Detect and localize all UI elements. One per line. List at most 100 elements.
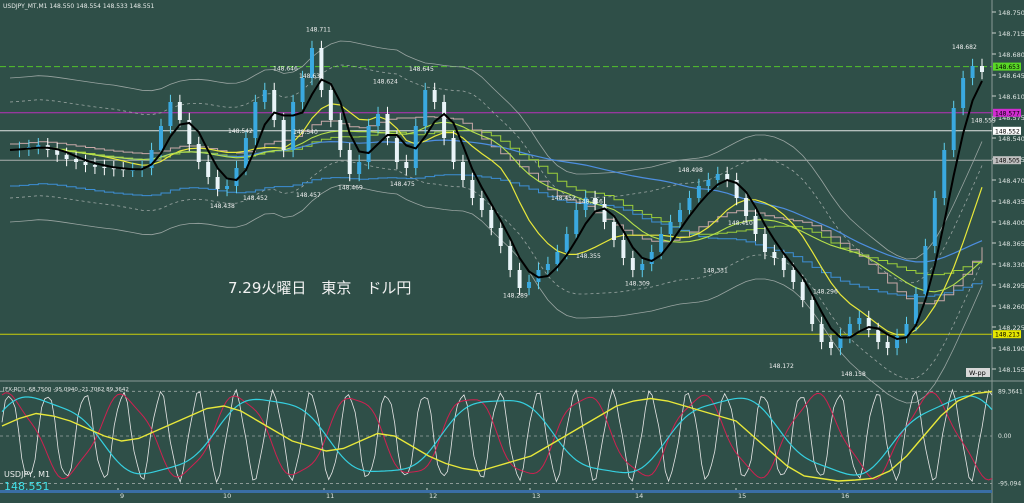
price-annotation: 148.645 bbox=[409, 66, 434, 73]
price-annotation: 148.469 bbox=[338, 185, 363, 192]
candle-body bbox=[762, 234, 767, 252]
price-annotation: 148.646 bbox=[273, 65, 298, 72]
candle-body bbox=[706, 180, 711, 186]
candle-body bbox=[83, 162, 88, 165]
candle-body bbox=[574, 210, 579, 234]
candle-body bbox=[243, 138, 248, 168]
candle-body bbox=[432, 90, 437, 102]
candle-body bbox=[291, 102, 296, 150]
price-annotation: 148.331 bbox=[703, 267, 728, 274]
y-tick-label: 148.435 bbox=[998, 198, 1024, 206]
price-annotation: 148.633 bbox=[299, 73, 324, 80]
price-annotation: 148.410 bbox=[728, 220, 753, 227]
price-annotation: 148.542 bbox=[228, 128, 253, 135]
candle-body bbox=[781, 258, 786, 270]
price-annotation: 148.355 bbox=[576, 253, 601, 260]
candle-body bbox=[479, 198, 484, 210]
candle-body bbox=[328, 90, 333, 120]
x-tick-label: 11 bbox=[326, 492, 334, 500]
candle-body bbox=[678, 210, 683, 222]
price-annotation: 148.289 bbox=[503, 293, 528, 300]
candle-body bbox=[980, 66, 984, 72]
price-annotation: 148.475 bbox=[390, 181, 415, 188]
candle-body bbox=[74, 159, 79, 162]
candle-body bbox=[555, 252, 560, 264]
candle-body bbox=[102, 166, 107, 168]
y-tick-label: 148.680 bbox=[998, 51, 1024, 59]
price-annotation: 148.624 bbox=[373, 79, 398, 86]
price-annotation: 148.457 bbox=[296, 192, 321, 199]
price-annotation: 148.682 bbox=[952, 44, 977, 51]
candle-body bbox=[206, 162, 211, 177]
candle-body bbox=[64, 154, 69, 159]
candle-body bbox=[55, 150, 60, 155]
y-tick-label: 148.645 bbox=[998, 72, 1024, 80]
price-annotation: 148.172 bbox=[769, 363, 794, 370]
price-annotation: 148.158 bbox=[841, 371, 866, 378]
candle-body bbox=[621, 240, 626, 258]
price-annotation: 148.309 bbox=[625, 281, 650, 288]
price-chart-svg: 148.750 148.715 148.680 148.645 148.610 148.5… bbox=[0, 0, 1024, 503]
candle-body bbox=[942, 150, 947, 198]
price-annotation: 148.296 bbox=[813, 288, 838, 295]
price-annotation: 148.452 bbox=[243, 195, 268, 202]
price-annotation: 148.446 bbox=[578, 198, 603, 205]
symbol-header: USDJPY_MT,M1 148.550 148.554 148.533 148… bbox=[3, 3, 155, 10]
x-tick-label: 16 bbox=[841, 492, 849, 500]
candle-body bbox=[687, 198, 692, 210]
x-tick-label: 13 bbox=[532, 492, 540, 500]
candle-body bbox=[744, 198, 749, 216]
y-tick-label: 148.190 bbox=[998, 345, 1024, 353]
candle-body bbox=[177, 102, 182, 120]
x-tick-label: 10 bbox=[223, 492, 231, 500]
price-annotation: 148.452 bbox=[551, 195, 576, 202]
price-annotation: 148.498 bbox=[678, 167, 703, 174]
chart-window[interactable]: 148.750 148.715 148.680 148.645 148.610 148.5… bbox=[0, 0, 1024, 503]
price-annotation: 148.438 bbox=[210, 203, 235, 210]
candle-body bbox=[215, 177, 220, 189]
candle-body bbox=[470, 180, 475, 198]
candle-body bbox=[262, 90, 267, 102]
price-tag-label: 148.505 bbox=[995, 158, 1020, 165]
candle-body bbox=[668, 222, 673, 234]
price-tag-label: 148.213 bbox=[995, 332, 1020, 339]
y-tick-label: 148.365 bbox=[998, 240, 1024, 248]
y-tick-label: 148.470 bbox=[998, 177, 1024, 185]
x-tick-label: 9 bbox=[120, 492, 124, 500]
candle-body bbox=[696, 186, 701, 198]
bottom-price-label: 148.551 bbox=[4, 480, 50, 493]
candle-body bbox=[857, 318, 862, 324]
candle-body bbox=[319, 48, 324, 90]
candle-body bbox=[451, 138, 456, 162]
y-tick-label: 148.260 bbox=[998, 303, 1024, 311]
candle-body bbox=[715, 174, 720, 180]
indicator-header: [FX-RCI] -68.7500 -95.0940 -21.7062 89.3… bbox=[3, 387, 129, 393]
candle-body bbox=[829, 342, 834, 348]
candle-body bbox=[92, 165, 97, 167]
candle-body bbox=[234, 168, 239, 186]
candle-body bbox=[564, 234, 569, 252]
candle-body bbox=[196, 144, 201, 162]
chart-title-overlay: 7.29火曜日 東京 ドル円 bbox=[228, 279, 411, 297]
candle-body bbox=[640, 264, 645, 270]
price-tag-label: 148.552 bbox=[995, 128, 1020, 135]
candle-body bbox=[376, 114, 381, 126]
price-annotation: 148.559 bbox=[971, 118, 996, 125]
price-annotation: 148.711 bbox=[306, 26, 331, 33]
time-scroll-bar[interactable] bbox=[0, 490, 992, 493]
candle-body bbox=[338, 120, 343, 150]
price-tag-label: 148.653 bbox=[995, 64, 1020, 71]
bottom-symbol-label: USDJPY, M1 bbox=[4, 470, 50, 479]
candle-body bbox=[168, 102, 173, 126]
candle-body bbox=[517, 270, 522, 288]
candle-body bbox=[545, 264, 550, 270]
x-tick-label: 15 bbox=[738, 492, 746, 500]
y-tick-label: 148.750 bbox=[998, 9, 1024, 17]
candle-body bbox=[281, 120, 286, 150]
candle-body bbox=[602, 204, 607, 222]
candle-body bbox=[970, 66, 975, 78]
price-tag-label: 148.577 bbox=[995, 110, 1020, 117]
candle-body bbox=[158, 126, 163, 150]
candle-body bbox=[659, 234, 664, 252]
candle-body bbox=[649, 252, 654, 264]
